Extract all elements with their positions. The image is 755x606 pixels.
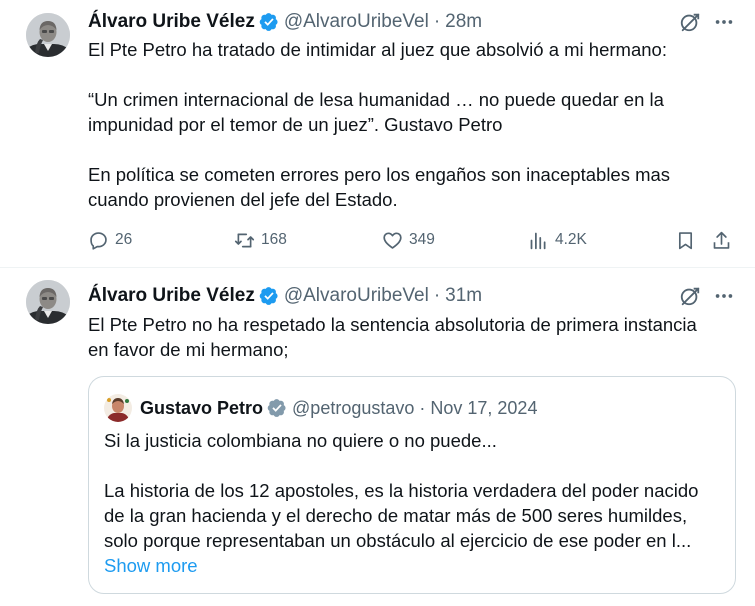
share-icon xyxy=(713,231,730,249)
tweet-text-line: El Pte Petro no ha respetado la sentenci… xyxy=(88,314,697,335)
reply-icon xyxy=(90,231,107,250)
tweet[interactable]: Álvaro Uribe Vélez @AlvaroUribeVel · 28m… xyxy=(0,0,755,268)
more-options-icon[interactable] xyxy=(713,11,735,33)
person-portrait-icon xyxy=(26,280,70,324)
author-handle[interactable]: @AlvaroUribeVel xyxy=(284,11,429,33)
author-name[interactable]: Álvaro Uribe Vélez xyxy=(88,285,255,307)
show-more-link[interactable]: Show more xyxy=(104,553,724,578)
quote-author-handle[interactable]: @petrogustavo xyxy=(292,398,414,419)
quote-text-line: La historia de los 12 apostoles, es la h… xyxy=(104,480,699,501)
heart-icon xyxy=(383,231,402,249)
quote-text-line: Si la justicia colombiana no quiere o no… xyxy=(104,430,497,451)
retweet-button[interactable]: 168 xyxy=(234,225,287,255)
quote-text-line: solo porque representaban un obstáculo a… xyxy=(104,530,692,551)
verified-badge-icon xyxy=(259,287,278,305)
author-handle[interactable]: @AlvaroUribeVel xyxy=(284,285,429,307)
views-count: 4.2K xyxy=(555,231,587,248)
reply-count: 26 xyxy=(115,231,133,248)
tweet-actions: 26 168 349 4.2K xyxy=(88,225,748,255)
tweet-text: El Pte Petro no ha respetado la sentenci… xyxy=(88,312,733,362)
quote-avatar[interactable] xyxy=(104,394,132,422)
separator-dot: · xyxy=(433,285,441,306)
quote-date[interactable]: Nov 17, 2024 xyxy=(430,398,537,419)
tweet[interactable]: Álvaro Uribe Vélez @AlvaroUribeVel · 31m… xyxy=(0,268,755,606)
tweet-time[interactable]: 28m xyxy=(445,11,482,33)
tweet-text-line: impunidad por el temor de un juez”. Gust… xyxy=(88,114,503,135)
quote-header: Gustavo Petro @petrogustavo · Nov 17, 20… xyxy=(104,394,537,422)
views-button[interactable]: 4.2K xyxy=(528,225,587,255)
quote-author-name[interactable]: Gustavo Petro xyxy=(140,398,263,419)
tweet-header: Álvaro Uribe Vélez @AlvaroUribeVel · 31m xyxy=(88,284,755,308)
avatar[interactable] xyxy=(26,13,70,57)
bookmark-button[interactable] xyxy=(675,225,696,255)
separator-dot: · xyxy=(433,11,441,32)
tweet-text-line: El Pte Petro ha tratado de intimidar al … xyxy=(88,39,667,60)
tweet-time[interactable]: 31m xyxy=(445,285,482,307)
grok-icon[interactable] xyxy=(679,11,701,33)
like-count: 349 xyxy=(409,231,435,248)
retweet-count: 168 xyxy=(261,231,287,248)
like-button[interactable]: 349 xyxy=(382,225,435,255)
person-portrait-icon xyxy=(26,13,70,57)
tweet-header: Álvaro Uribe Vélez @AlvaroUribeVel · 28m xyxy=(88,10,755,34)
grok-icon[interactable] xyxy=(679,285,701,307)
bookmark-icon xyxy=(678,231,693,249)
verified-badge-icon xyxy=(259,13,278,31)
retweet-icon xyxy=(234,233,255,247)
tweet-text-line: En política se cometen errores pero los … xyxy=(88,164,671,185)
author-name[interactable]: Álvaro Uribe Vélez xyxy=(88,11,255,33)
tweet-text-line: en favor de mi hermano; xyxy=(88,339,289,360)
tweet-text: El Pte Petro ha tratado de intimidar al … xyxy=(88,37,733,212)
quote-text-line: de la gran hacienda y el derecho de mata… xyxy=(104,505,688,526)
quoted-tweet[interactable]: Gustavo Petro @petrogustavo · Nov 17, 20… xyxy=(88,376,736,594)
separator-dot: · xyxy=(419,397,426,418)
quote-text: Si la justicia colombiana no quiere o no… xyxy=(104,428,724,578)
analytics-icon xyxy=(530,232,546,249)
avatar[interactable] xyxy=(26,280,70,324)
more-options-icon[interactable] xyxy=(713,285,735,307)
person-portrait-icon xyxy=(104,394,132,422)
share-button[interactable] xyxy=(711,225,732,255)
tweet-text-line: cuando provienen del jefe del Estado. xyxy=(88,189,398,210)
tweet-text-line: “Un crimen internacional de lesa humanid… xyxy=(88,89,664,110)
reply-button[interactable]: 26 xyxy=(88,225,132,255)
gray-verified-badge-icon xyxy=(267,399,286,417)
